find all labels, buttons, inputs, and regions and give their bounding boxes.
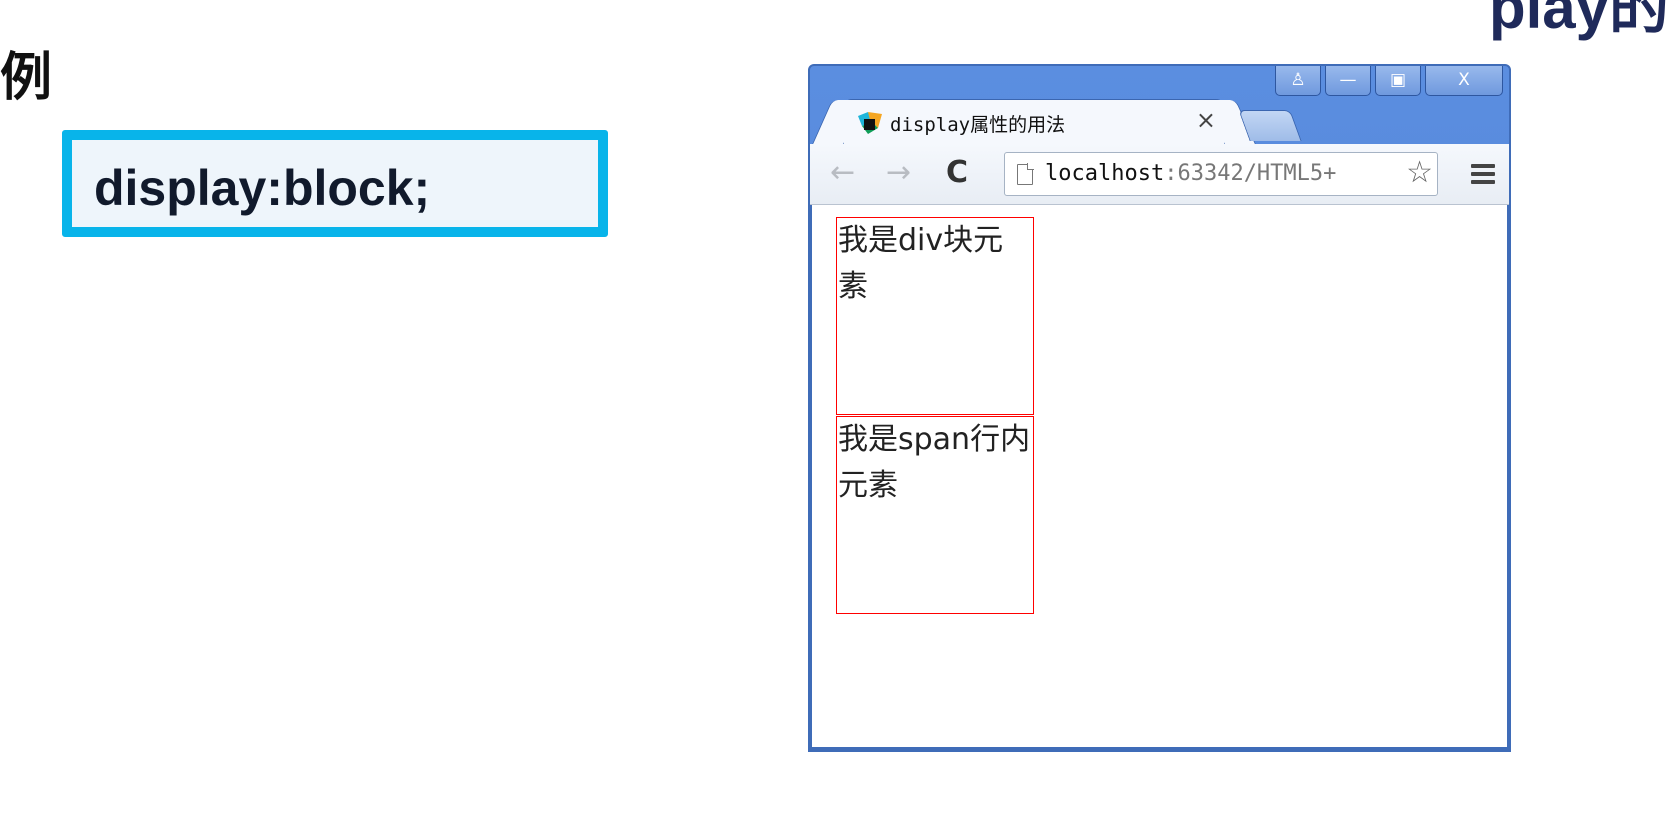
back-arrow-icon[interactable]: ← — [830, 154, 855, 192]
url-host: localhost — [1045, 161, 1165, 186]
hamburger-menu-icon[interactable] — [1471, 164, 1495, 184]
span-inline-element: 我是span行内元素 — [836, 416, 1034, 614]
webstorm-favicon-icon — [858, 112, 882, 134]
slide-heading: 例 — [0, 48, 53, 108]
browser-window: ♙ — ▣ X display属性的用法 × ← → C localhost:6… — [808, 64, 1511, 752]
browser-toolbar: ← → C localhost:63342/HTML5+ ☆ — [810, 144, 1509, 205]
code-callout: display:block; — [62, 130, 608, 237]
code-text: display:block; — [94, 160, 431, 216]
url-text: localhost:63342/HTML5+ — [1045, 161, 1336, 186]
window-caption-buttons: ♙ — ▣ X — [1275, 66, 1503, 96]
active-tab[interactable]: display属性的用法 × — [844, 100, 1224, 144]
forward-arrow-icon[interactable]: → — [886, 154, 911, 192]
maximize-button[interactable]: ▣ — [1375, 66, 1421, 96]
url-path: :63342/HTML5+ — [1164, 161, 1337, 186]
page-icon — [1017, 163, 1034, 185]
slide-title-fragment: play的 — [1488, 0, 1669, 41]
div-block-element: 我是div块元素 — [836, 217, 1034, 415]
user-profile-icon[interactable]: ♙ — [1275, 66, 1321, 96]
tab-title: display属性的用法 — [890, 114, 1066, 136]
close-window-button[interactable]: X — [1425, 66, 1503, 96]
bookmark-star-icon[interactable]: ☆ — [1404, 155, 1433, 190]
new-tab-button[interactable] — [1238, 110, 1302, 141]
reload-icon[interactable]: C — [946, 154, 968, 192]
minimize-button[interactable]: — — [1325, 66, 1371, 96]
page-viewport: 我是div块元素 我是span行内元素 — [810, 205, 1509, 750]
tab-close-icon[interactable]: × — [1196, 106, 1216, 134]
address-bar[interactable]: localhost:63342/HTML5+ ☆ — [1004, 152, 1438, 196]
